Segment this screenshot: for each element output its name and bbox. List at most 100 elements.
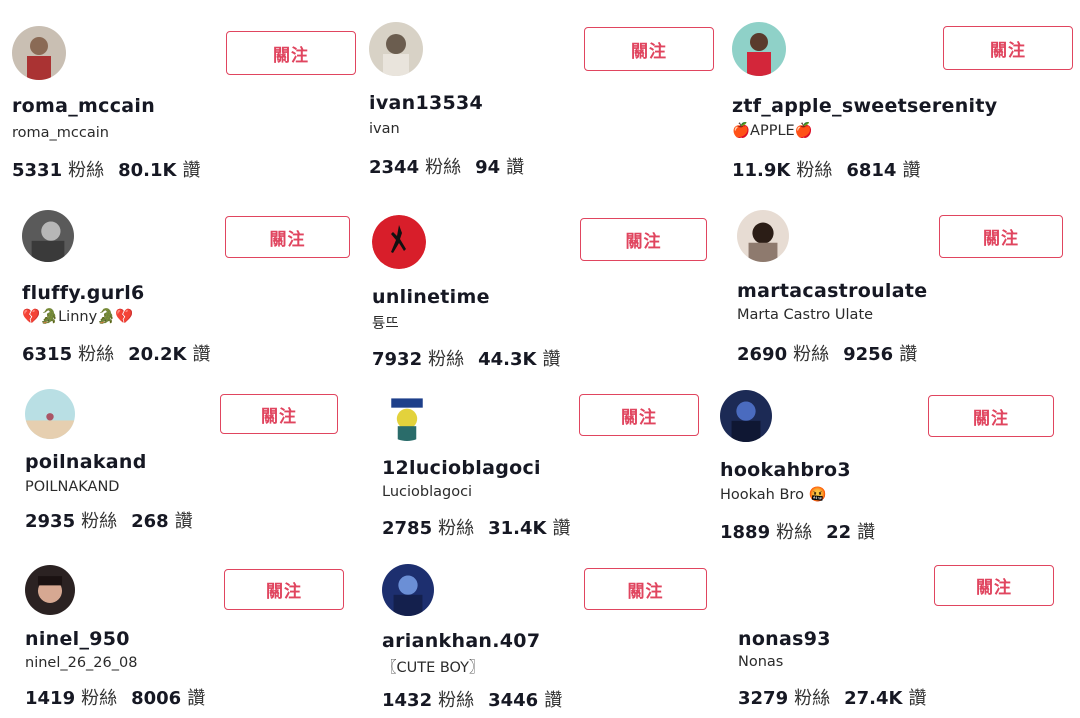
- user-card[interactable]: 關注 ivan13534 ivan 2344 粉絲 94 讚: [360, 0, 720, 195]
- likes-count: 20.2K: [128, 344, 187, 365]
- user-stats: 2690 粉絲 9256 讚: [737, 340, 917, 366]
- user-card[interactable]: 關注 hookahbro3 Hookah Bro 🤬 1889 粉絲 22 讚: [720, 375, 1080, 550]
- follow-button[interactable]: 關注: [934, 565, 1054, 606]
- likes-label: 讚: [187, 688, 206, 709]
- followers-label: 粉絲: [81, 511, 118, 532]
- user-card[interactable]: 關注 fluffy.gurl6 💔🐊Linny🐊💔 6315 粉絲 20.2K 讚: [0, 195, 360, 375]
- username[interactable]: ztf_apple_sweetserenity: [732, 95, 997, 117]
- user-stats: 1889 粉絲 22 讚: [720, 518, 875, 544]
- likes-count: 44.3K: [478, 349, 537, 370]
- follow-button[interactable]: 關注: [225, 216, 350, 258]
- nickname: 💔🐊Linny🐊💔: [22, 309, 134, 325]
- follow-button[interactable]: 關注: [226, 31, 356, 75]
- user-card[interactable]: 關注 ninel_950 ninel_26_26_08 1419 粉絲 8006 讚: [0, 550, 360, 718]
- user-card[interactable]: 關注 nonas93 Nonas 3279 粉絲 27.4K 讚: [720, 550, 1080, 718]
- followers-label: 粉絲: [81, 688, 118, 709]
- avatar[interactable]: [720, 390, 772, 442]
- nickname: Hookah Bro 🤬: [720, 487, 827, 503]
- user-stats: 2935 粉絲 268 讚: [25, 507, 193, 533]
- followers-count: 11.9K: [732, 160, 791, 181]
- followers-label: 粉絲: [78, 344, 115, 365]
- likes-count: 6814: [846, 160, 897, 181]
- follow-button[interactable]: 關注: [939, 215, 1063, 258]
- user-stats: 2785 粉絲 31.4K 讚: [382, 514, 570, 540]
- likes-count: 8006: [131, 688, 182, 709]
- likes-label: 讚: [857, 522, 876, 543]
- user-stats: 1419 粉絲 8006 讚: [25, 684, 205, 710]
- username[interactable]: martacastroulate: [737, 280, 927, 302]
- likes-label: 讚: [542, 349, 561, 370]
- user-card[interactable]: 關注 12lucioblagoci Lucioblagoci 2785 粉絲 31.…: [360, 375, 720, 550]
- avatar[interactable]: [382, 391, 432, 441]
- avatar[interactable]: [25, 389, 75, 439]
- user-card[interactable]: 關注 ariankhan.407 〖CUTE BOY〗 1432 粉絲 3446 讚: [360, 550, 720, 718]
- likes-count: 9256: [843, 344, 894, 365]
- likes-count: 94: [475, 157, 501, 178]
- likes-label: 讚: [908, 688, 927, 709]
- avatar[interactable]: [12, 26, 66, 80]
- likes-label: 讚: [544, 690, 563, 711]
- followers-label: 粉絲: [68, 160, 105, 181]
- followers-count: 1419: [25, 688, 76, 709]
- followers-label: 粉絲: [428, 349, 465, 370]
- followers-count: 2935: [25, 511, 76, 532]
- follow-button[interactable]: 關注: [928, 395, 1054, 437]
- username[interactable]: ivan13534: [369, 92, 483, 114]
- followers-label: 粉絲: [438, 690, 475, 711]
- username[interactable]: poilnakand: [25, 451, 147, 473]
- user-stats: 1432 粉絲 3446 讚: [382, 686, 562, 712]
- avatar[interactable]: [25, 565, 75, 615]
- user-card[interactable]: 關注 martacastroulate Marta Castro Ulate 2…: [720, 195, 1080, 375]
- followers-count: 2690: [737, 344, 788, 365]
- followers-label: 粉絲: [796, 160, 833, 181]
- user-card[interactable]: 關注 ztf_apple_sweetserenity 🍎APPLE🍎 11.9K…: [720, 0, 1080, 195]
- username[interactable]: ninel_950: [25, 628, 130, 650]
- user-card[interactable]: 關注 roma_mccain roma_mccain 5331 粉絲 80.1K 讚: [0, 0, 360, 195]
- likes-label: 讚: [174, 511, 193, 532]
- followers-count: 1889: [720, 522, 771, 543]
- nickname: 〖CUTE BOY〗: [382, 660, 484, 676]
- likes-label: 讚: [902, 160, 921, 181]
- likes-count: 80.1K: [118, 160, 177, 181]
- username[interactable]: 12lucioblagoci: [382, 457, 541, 479]
- username[interactable]: ariankhan.407: [382, 630, 540, 652]
- avatar[interactable]: [732, 22, 786, 76]
- user-stats: 6315 粉絲 20.2K 讚: [22, 340, 210, 366]
- username[interactable]: roma_mccain: [12, 95, 155, 117]
- user-card[interactable]: 關注 poilnakand POILNAKAND 2935 粉絲 268 讚: [0, 375, 360, 550]
- follow-button[interactable]: 關注: [943, 26, 1073, 70]
- user-stats: 7932 粉絲 44.3K 讚: [372, 345, 560, 371]
- follow-button[interactable]: 關注: [224, 569, 344, 610]
- follow-button[interactable]: 關注: [579, 394, 699, 436]
- username[interactable]: fluffy.gurl6: [22, 282, 145, 304]
- likes-count: 22: [826, 522, 852, 543]
- likes-label: 讚: [506, 157, 525, 178]
- avatar[interactable]: [737, 210, 789, 262]
- avatar[interactable]: [369, 22, 423, 76]
- follow-button[interactable]: 關注: [584, 27, 714, 71]
- followers-count: 2785: [382, 518, 433, 539]
- likes-label: 讚: [192, 344, 211, 365]
- avatar[interactable]: [372, 215, 426, 269]
- user-card[interactable]: 關注 unlinetime 튱뜨 7932 粉絲 44.3K 讚: [360, 195, 720, 375]
- nickname: Lucioblagoci: [382, 484, 473, 500]
- followers-label: 粉絲: [438, 518, 475, 539]
- username[interactable]: unlinetime: [372, 286, 490, 308]
- follow-button[interactable]: 關注: [584, 568, 707, 610]
- follow-button[interactable]: 關注: [580, 218, 707, 261]
- followers-count: 3279: [738, 688, 789, 709]
- username[interactable]: hookahbro3: [720, 459, 851, 481]
- jumpman-logo-icon: [372, 215, 426, 269]
- user-stats: 5331 粉絲 80.1K 讚: [12, 156, 200, 182]
- followers-count: 2344: [369, 157, 420, 178]
- follow-button[interactable]: 關注: [220, 394, 338, 434]
- avatar[interactable]: [382, 564, 434, 616]
- nickname: roma_mccain: [12, 125, 109, 141]
- username[interactable]: nonas93: [738, 628, 831, 650]
- avatar[interactable]: [22, 210, 74, 262]
- nickname: Nonas: [738, 654, 784, 670]
- followers-count: 7932: [372, 349, 423, 370]
- user-stats: 11.9K 粉絲 6814 讚: [732, 156, 920, 182]
- nickname: Marta Castro Ulate: [737, 307, 874, 323]
- likes-label: 讚: [899, 344, 918, 365]
